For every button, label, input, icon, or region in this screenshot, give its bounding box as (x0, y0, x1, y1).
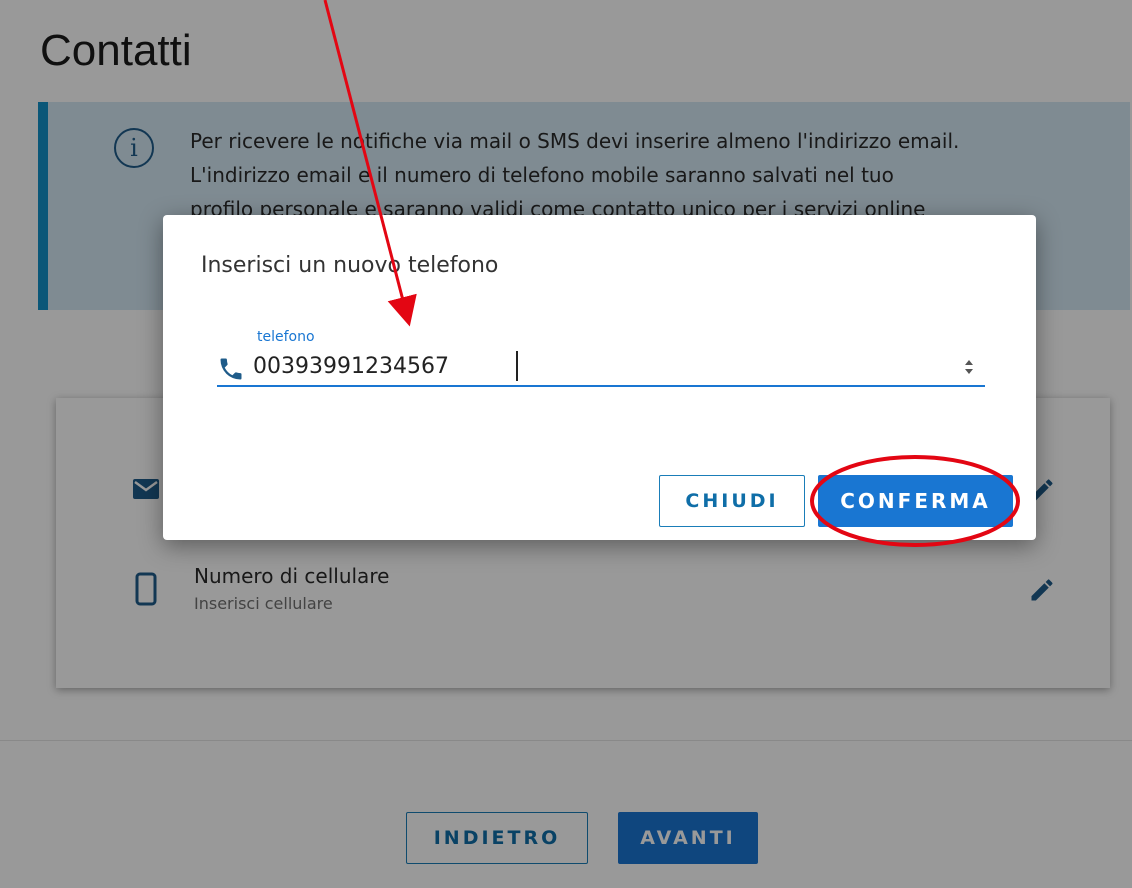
phone-input[interactable] (253, 349, 943, 383)
phone-field-underline (217, 385, 985, 387)
phone-field: telefono (217, 321, 985, 387)
spinner-icon[interactable] (959, 353, 979, 381)
phone-field-label: telefono (257, 329, 315, 345)
new-phone-dialog: Inserisci un nuovo telefono telefono CHI… (163, 215, 1036, 540)
text-cursor (516, 351, 518, 381)
close-button[interactable]: CHIUDI (659, 475, 805, 527)
phone-icon (220, 358, 242, 380)
dialog-title: Inserisci un nuovo telefono (201, 253, 499, 278)
confirm-button[interactable]: CONFERMA (818, 475, 1013, 527)
